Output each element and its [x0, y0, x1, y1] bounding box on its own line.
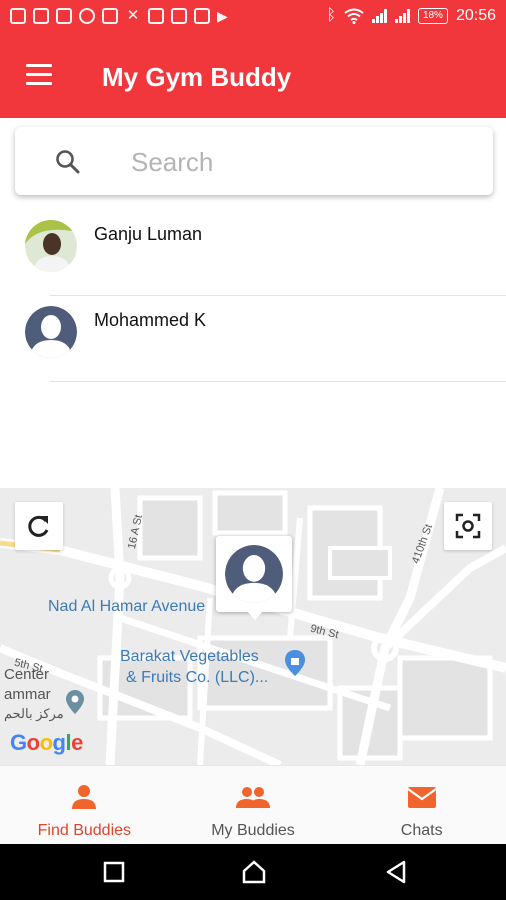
buddy-map-marker[interactable]	[216, 536, 292, 612]
person-icon	[72, 785, 97, 809]
map-poi-label: & Fruits Co. (LLC)...	[126, 669, 269, 686]
instagram-notification-icon	[194, 8, 210, 24]
buddy-list-item[interactable]: Ganju Luman	[0, 210, 506, 296]
refresh-icon	[28, 515, 49, 537]
home-icon[interactable]	[240, 858, 268, 886]
nav-label: My Buddies	[211, 822, 295, 839]
nav-find-buddies[interactable]: Find Buddies	[0, 766, 169, 844]
instagram-notification-icon	[56, 8, 72, 24]
nav-label: Chats	[400, 822, 443, 839]
app-bar: My Gym Buddy	[0, 36, 506, 118]
nav-label: Find Buddies	[37, 822, 132, 839]
wifi-icon	[344, 8, 364, 24]
map-avenue-label: Nad Al Hamar Avenue	[48, 598, 206, 615]
map-view[interactable]: 16 A St 410th St 9th St 5th St Nad Al Ha…	[0, 488, 506, 765]
place-pin-icon[interactable]	[66, 690, 84, 714]
battery-indicator: 18%	[417, 8, 448, 24]
my-location-button[interactable]	[444, 502, 492, 550]
marker-default-avatar	[225, 545, 283, 603]
bluetooth-icon: ᛒ	[326, 7, 336, 24]
x-notification-icon: ✕	[126, 7, 140, 24]
nav-chats[interactable]: Chats	[337, 766, 506, 844]
recent-apps-icon[interactable]	[100, 858, 128, 886]
divider	[50, 381, 506, 382]
people-icon	[236, 787, 270, 808]
search-input[interactable]	[131, 145, 471, 179]
system-status: ᛒ 18% 20:56	[326, 7, 496, 25]
menu-icon[interactable]	[26, 64, 54, 86]
notification-icon	[79, 8, 95, 24]
focus-icon	[455, 513, 481, 539]
refresh-button[interactable]	[15, 502, 63, 550]
buddy-photo-avatar	[25, 220, 77, 272]
app-title: My Gym Buddy	[102, 62, 292, 92]
message-notification-icon	[33, 8, 49, 24]
notification-icons: ✕ ▶	[10, 8, 233, 24]
mail-icon	[407, 787, 437, 808]
marker-tail	[246, 610, 264, 620]
buddy-list-item[interactable]: Mohammed K	[0, 296, 506, 382]
clock: 20:56	[455, 7, 496, 24]
buddy-name: Ganju Luman	[94, 224, 203, 244]
google-logo: Google	[10, 730, 83, 755]
play-notification-icon: ▶	[217, 8, 228, 24]
shopping-pin-icon[interactable]	[285, 650, 305, 676]
mail-notification-icon	[10, 8, 26, 24]
map-poi-label: Barakat Vegetables	[120, 648, 259, 665]
search-icon	[56, 150, 80, 174]
bottom-navigation: Find Buddies My Buddies Chats	[0, 765, 506, 844]
search-bar[interactable]	[15, 127, 493, 195]
buddy-default-avatar	[25, 306, 77, 358]
screenshot-notification-icon	[148, 8, 164, 24]
system-navigation-bar	[0, 844, 506, 900]
nav-my-buddies[interactable]: My Buddies	[169, 766, 338, 844]
map-place-label: Center	[4, 666, 50, 683]
back-icon[interactable]	[382, 858, 410, 886]
map-place-label: ammar	[4, 686, 51, 703]
signal-icon-2	[394, 9, 410, 23]
map-place-label-arabic: مركز بالحم	[4, 706, 64, 721]
youtube-notification-icon	[102, 8, 118, 24]
buddy-name: Mohammed K	[94, 310, 207, 330]
status-bar: ✕ ▶ ᛒ 18% 20:56	[0, 0, 506, 36]
image-notification-icon	[171, 8, 187, 24]
signal-icon	[371, 9, 387, 23]
